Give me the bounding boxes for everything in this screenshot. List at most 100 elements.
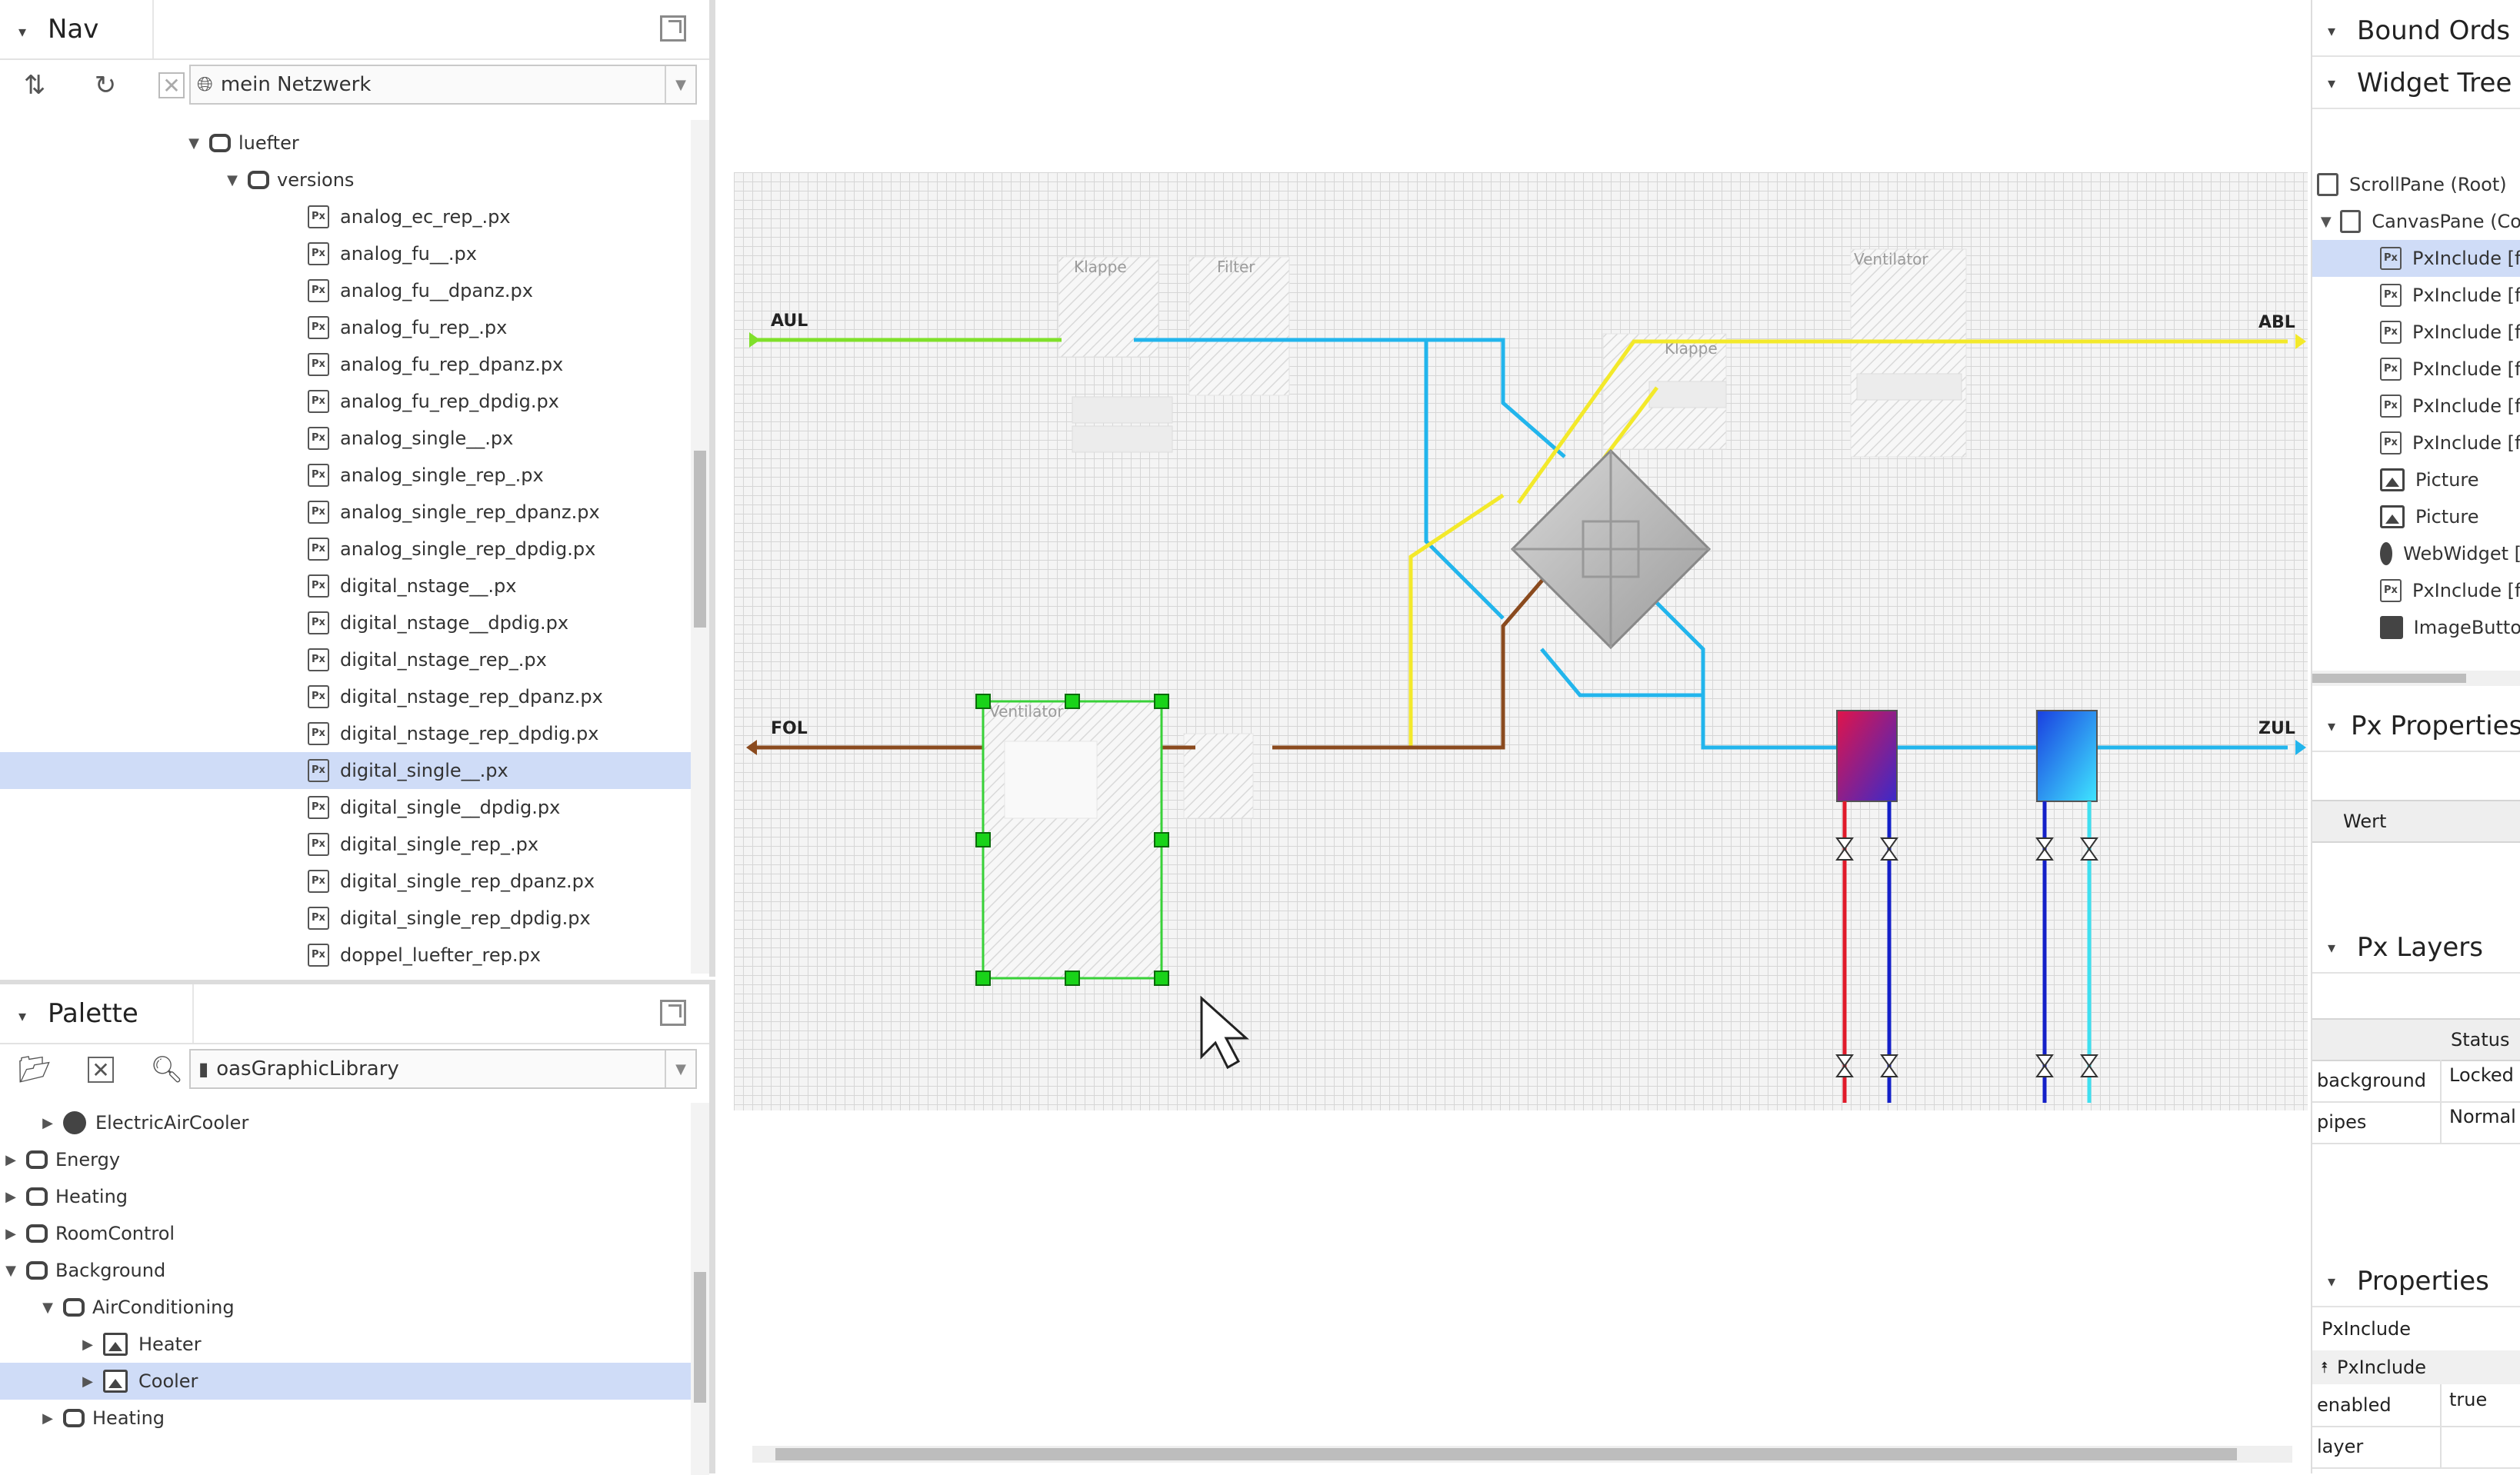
nav-tree-item[interactable]: Px digital_nstage__dpdig.px	[0, 604, 691, 641]
px-layers-header[interactable]: ▾ Px Layers	[2312, 923, 2520, 974]
palette-tree-item[interactable]: ▶ Heater	[0, 1326, 691, 1363]
palette-tree-item[interactable]: ▶ ElectricAirCooler	[0, 1104, 691, 1141]
heater-coil-component[interactable]	[1836, 710, 1898, 802]
expand-toggle-icon[interactable]: ▶	[3, 1189, 18, 1205]
chevron-down-icon[interactable]: ▼	[665, 1050, 695, 1087]
palette-tree-item[interactable]: ▶ RoomControl	[0, 1215, 691, 1252]
bound-ords-header[interactable]: ▾ Bound Ords	[2312, 6, 2520, 57]
expand-toggle-icon[interactable]: ▼	[186, 135, 202, 151]
nav-tree-item[interactable]: Px analog_single_rep_dpdig.px	[0, 531, 691, 568]
expand-toggle-icon[interactable]: ▶	[40, 1115, 55, 1131]
widget-tree-item[interactable]: WebWidget [	[2312, 535, 2520, 572]
nav-tree-item[interactable]: Px analog_fu_rep_.px	[0, 309, 691, 346]
palette-tree-item[interactable]: ▶ Heating	[0, 1178, 691, 1215]
nav-tree-item[interactable]: Px digital_single__dpdig.px	[0, 789, 691, 826]
properties-group[interactable]: ⯭ PxInclude	[2312, 1350, 2520, 1384]
expand-toggle-icon[interactable]: ▶	[3, 1226, 18, 1242]
nav-scroll-thumb[interactable]	[694, 451, 706, 628]
nav-tree-item[interactable]: Px analog_fu__.px	[0, 235, 691, 272]
nav-tree-item[interactable]: Px digital_nstage__.px	[0, 568, 691, 604]
nav-tree-item[interactable]: Px doppel_luefter_rep.px	[0, 937, 691, 974]
nav-tree-item[interactable]: ▼ versions	[0, 161, 691, 198]
nav-scrollbar[interactable]	[691, 120, 709, 974]
widget-tree-item[interactable]: Px PxInclude [f	[2312, 314, 2520, 351]
property-value[interactable]	[2440, 1426, 2520, 1467]
collapse-triangle-icon[interactable]: ▾	[2328, 1272, 2342, 1290]
valve-icon[interactable]	[1835, 837, 2098, 1077]
canvas-hscroll-thumb[interactable]	[775, 1448, 2237, 1460]
nav-tree-item[interactable]: Px digital_nstage_rep_.px	[0, 641, 691, 678]
collapse-triangle-icon[interactable]: ▾	[2328, 717, 2335, 735]
palette-tree-item[interactable]: ▼ Background	[0, 1252, 691, 1289]
maximize-icon[interactable]	[660, 15, 686, 42]
palette-tree-item[interactable]: ▶ Heating	[0, 1400, 691, 1437]
close-icon[interactable]: ✕	[88, 1057, 114, 1083]
collapse-triangle-icon[interactable]: ▾	[18, 1007, 32, 1025]
heat-exchanger-component[interactable]	[1510, 448, 1712, 650]
palette-scrollbar[interactable]	[691, 1103, 709, 1475]
collapse-triangle-icon[interactable]: ▾	[2328, 74, 2342, 92]
expand-toggle-icon[interactable]: ▼	[2318, 214, 2334, 230]
network-select[interactable]: 🌐︎ mein Netzwerk ▼	[189, 65, 697, 105]
palette-tree-item[interactable]: ▶ Cooler	[0, 1363, 691, 1400]
nav-tree-item[interactable]: Px analog_fu__dpanz.px	[0, 272, 691, 309]
widget-tree-item[interactable]: ScrollPane (Root)	[2312, 166, 2520, 203]
expand-toggle-icon[interactable]: ▶	[3, 1152, 18, 1168]
widget-tree-item[interactable]: Picture	[2312, 461, 2520, 498]
palette-tree-item[interactable]: ▼ AirConditioning	[0, 1289, 691, 1326]
open-folder-icon[interactable]: 📂︎	[17, 1052, 52, 1087]
palette-tree-item[interactable]: ▶ Energy	[0, 1141, 691, 1178]
collapse-triangle-icon[interactable]: ▾	[2328, 938, 2342, 957]
nav-tree-item[interactable]: Px analog_single__.px	[0, 420, 691, 457]
close-icon[interactable]: ✕	[158, 72, 185, 98]
expand-toggle-icon[interactable]: ▶	[80, 1373, 95, 1390]
collapse-triangle-icon[interactable]: ▾	[18, 22, 32, 41]
nav-tree-item[interactable]: Px analog_single_rep_dpanz.px	[0, 494, 691, 531]
widget-tree-header[interactable]: ▾ Widget Tree	[2312, 58, 2520, 109]
widget-tree-item[interactable]: Px PxInclude [f	[2312, 425, 2520, 461]
expand-toggle-icon[interactable]: ▼	[3, 1263, 18, 1279]
selected-fan-component[interactable]: Ventilator	[982, 700, 1163, 980]
px-properties-header[interactable]: ▾ Px Properties	[2312, 701, 2520, 752]
widget-tree-item[interactable]: Px PxInclude [f	[2312, 351, 2520, 388]
expand-toggle-icon[interactable]: ▶	[40, 1410, 55, 1427]
nav-tree-item[interactable]: Px analog_ec_rep_.px	[0, 198, 691, 235]
widget-tree-item[interactable]: Px PxInclude [f	[2312, 388, 2520, 425]
refresh-icon[interactable]: ↻	[88, 68, 123, 103]
nav-tree-item[interactable]: Px digital_nstage_rep_dpdig.px	[0, 715, 691, 752]
layer-status[interactable]: Normal	[2440, 1101, 2520, 1143]
canvas-hscrollbar[interactable]	[752, 1446, 2292, 1463]
widget-tree-item[interactable]: Picture	[2312, 498, 2520, 535]
widget-tree-item[interactable]: Px PxInclude [f	[2312, 240, 2520, 277]
property-row[interactable]: enabled true	[2312, 1384, 2520, 1427]
layer-row[interactable]: pipes Normal	[2312, 1101, 2520, 1144]
library-select[interactable]: ▮ oasGraphicLibrary ▼	[189, 1049, 697, 1089]
cooler-coil-component[interactable]	[2036, 710, 2098, 802]
sort-icon[interactable]: ⇅	[17, 68, 52, 103]
layer-row[interactable]: background Locked	[2312, 1060, 2520, 1103]
filter-component[interactable]	[1188, 256, 1290, 396]
widget-tree-scroll-thumb[interactable]	[2312, 674, 2466, 683]
widget-tree-item[interactable]: Px PxInclude [f	[2312, 277, 2520, 314]
find-icon[interactable]: 🔍︎	[149, 1052, 185, 1087]
widget-tree-item[interactable]: ImageButto	[2312, 609, 2520, 646]
expand-toggle-icon[interactable]: ▶	[80, 1337, 95, 1353]
widget-tree-item[interactable]: ▼ CanvasPane (Co	[2312, 203, 2520, 240]
fan-top-component[interactable]	[1850, 248, 1967, 458]
nav-tree-item[interactable]: ▼ luefter	[0, 125, 691, 161]
nav-tree-item[interactable]: Px analog_fu_rep_dpdig.px	[0, 383, 691, 420]
properties-header[interactable]: ▾ Properties	[2312, 1257, 2520, 1307]
widget-tree-scrollbar[interactable]	[2312, 671, 2520, 686]
nav-tree-item[interactable]: Px digital_nstage_rep_dpanz.px	[0, 678, 691, 715]
palette-scroll-thumb[interactable]	[694, 1272, 706, 1403]
property-value[interactable]: true	[2440, 1384, 2520, 1426]
collapse-up-icon[interactable]: ⯭	[2320, 1358, 2329, 1377]
maximize-icon[interactable]	[660, 1000, 686, 1026]
expand-toggle-icon[interactable]: ▼	[225, 172, 240, 188]
widget-tree-item[interactable]: Px PxInclude [f	[2312, 572, 2520, 609]
nav-tree-item[interactable]: Px digital_single_rep_dpdig.px	[0, 900, 691, 937]
nav-tree-item[interactable]: Px digital_single_rep_dpanz.px	[0, 863, 691, 900]
layer-status[interactable]: Locked	[2440, 1060, 2520, 1101]
nav-tree-item[interactable]: Px analog_fu_rep_dpanz.px	[0, 346, 691, 383]
chevron-down-icon[interactable]: ▼	[665, 66, 695, 103]
